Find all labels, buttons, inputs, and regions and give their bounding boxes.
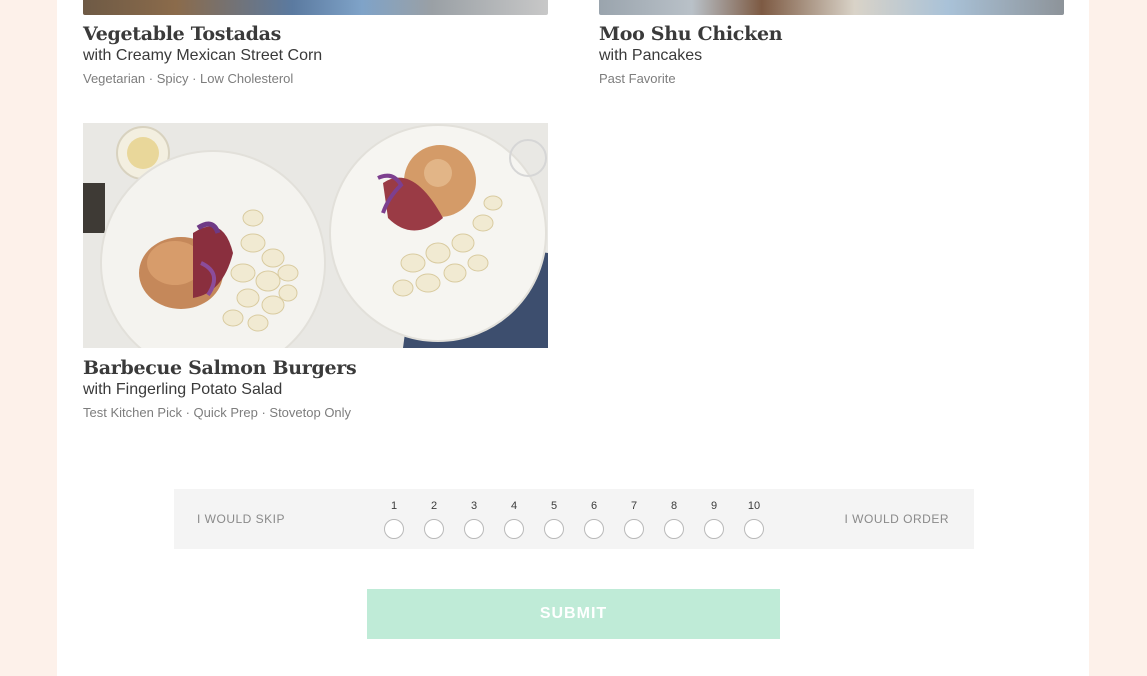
rating-number: 7 [630,500,638,512]
rating-option-6[interactable]: 6 [574,499,614,539]
rating-left-label: I WOULD SKIP [197,512,286,526]
meal-subtitle: with Creamy Mexican Street Corn [83,47,323,64]
rating-option-2[interactable]: 2 [414,499,454,539]
meal-card-barbecue-salmon-burgers[interactable]: Barbecue Salmon Burgers with Fingerling … [83,123,548,422]
meal-tags: Past Favorite [599,71,676,86]
rating-radio[interactable] [584,519,604,539]
rating-number: 8 [670,500,678,512]
meal-tags: Test Kitchen Pick · Quick Prep · Stoveto… [83,405,352,420]
meal-photo [599,0,1064,15]
rating-radio[interactable] [384,519,404,539]
rating-option-9[interactable]: 9 [694,499,734,539]
rating-number: 3 [470,500,478,512]
rating-option-7[interactable]: 7 [614,499,654,539]
rating-radio[interactable] [544,519,564,539]
rating-option-8[interactable]: 8 [654,499,694,539]
meal-subtitle: with Pancakes [599,47,703,64]
rating-scale: I WOULD SKIP I WOULD ORDER 1 2 3 4 5 6 7… [174,489,974,549]
rating-option-1[interactable]: 1 [374,499,414,539]
rating-number: 5 [550,500,558,512]
rating-radio[interactable] [464,519,484,539]
page-container: Vegetable Tostadas with Creamy Mexican S… [57,0,1089,676]
rating-radio[interactable] [704,519,724,539]
meal-title[interactable]: Vegetable Tostadas [83,23,548,45]
meal-subtitle: with Fingerling Potato Salad [83,381,283,398]
meal-title[interactable]: Barbecue Salmon Burgers [83,357,548,379]
meal-title[interactable]: Moo Shu Chicken [599,23,1064,45]
rating-radio[interactable] [664,519,684,539]
rating-option-3[interactable]: 3 [454,499,494,539]
rating-number: 10 [747,500,761,512]
meal-card-vegetable-tostadas[interactable]: Vegetable Tostadas with Creamy Mexican S… [83,0,548,88]
rating-number: 1 [390,500,398,512]
rating-radio[interactable] [744,519,764,539]
rating-right-label: I WOULD ORDER [844,512,949,526]
rating-number: 6 [590,500,598,512]
rating-option-10[interactable]: 10 [734,499,774,539]
rating-option-5[interactable]: 5 [534,499,574,539]
meal-photo [83,123,548,348]
rating-radio[interactable] [424,519,444,539]
salmon-burger-illustration [83,123,548,348]
rating-number: 4 [510,500,518,512]
meal-tags: Vegetarian · Spicy · Low Cholesterol [83,71,294,86]
meal-photo [83,0,548,15]
rating-option-4[interactable]: 4 [494,499,534,539]
meal-card-moo-shu-chicken[interactable]: Moo Shu Chicken with Pancakes Past Favor… [599,0,1064,88]
submit-button[interactable]: SUBMIT [367,589,780,639]
rating-radio[interactable] [624,519,644,539]
rating-number: 2 [430,500,438,512]
rating-radio[interactable] [504,519,524,539]
rating-number: 9 [710,500,718,512]
